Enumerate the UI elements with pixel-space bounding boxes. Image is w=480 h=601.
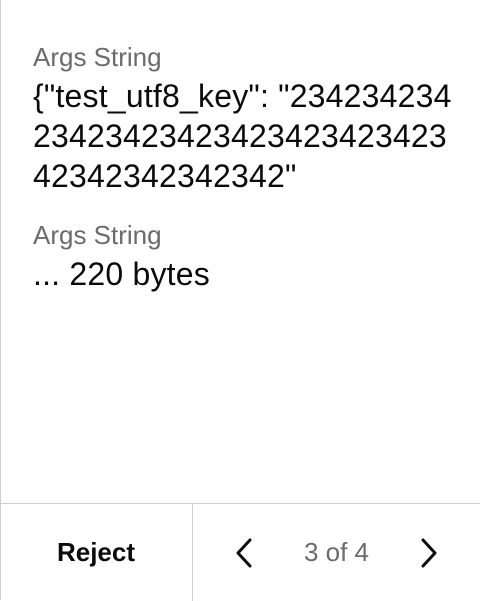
chevron-right-icon: [421, 538, 437, 567]
args-label: Args String: [33, 220, 162, 250]
previous-button[interactable]: [229, 533, 259, 573]
args-value: {"test_utf8_key": "234234234234234234234…: [33, 78, 452, 194]
args-content: Args String {"test_utf8_key": "234234234…: [33, 40, 453, 294]
args-field-2: Args String ... 220 bytes: [33, 218, 453, 294]
footer-bar: Reject 3 of 4: [0, 503, 480, 601]
args-label: Args String: [33, 42, 162, 72]
args-field-1: Args String {"test_utf8_key": "234234234…: [33, 40, 453, 196]
next-button[interactable]: [414, 533, 444, 573]
reject-button-label: Reject: [56, 537, 136, 567]
chevron-left-icon: [236, 538, 252, 567]
args-size-value: ... 220 bytes: [33, 256, 210, 292]
pager: 3 of 4: [193, 504, 480, 601]
page-indicator: 3 of 4: [303, 537, 370, 567]
reject-button[interactable]: Reject: [0, 504, 193, 601]
